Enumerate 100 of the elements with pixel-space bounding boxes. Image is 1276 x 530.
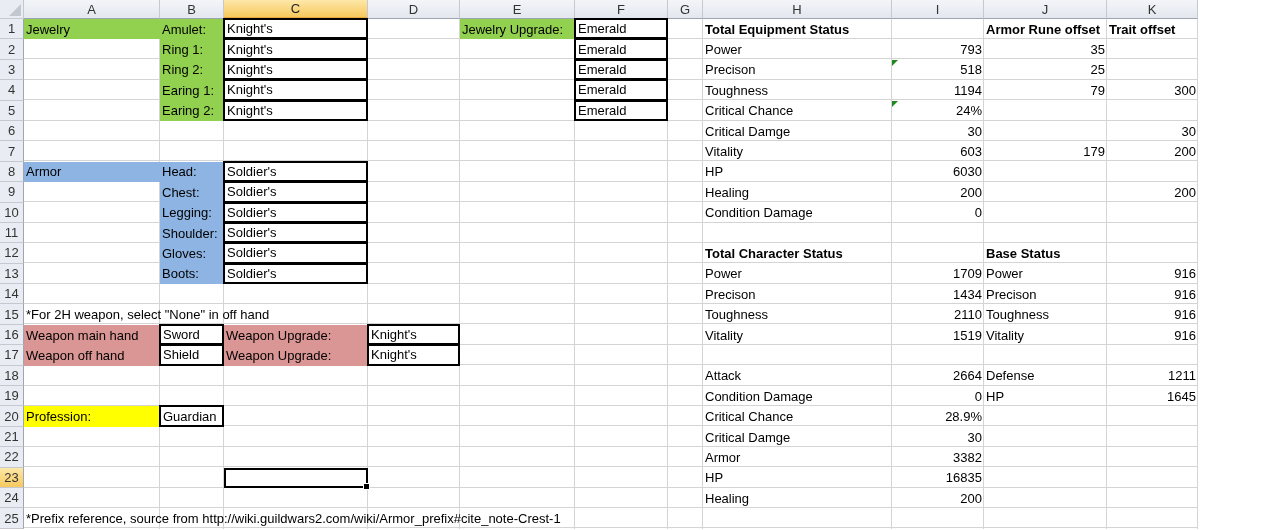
table-cell[interactable]: Power bbox=[703, 263, 892, 285]
table-cell[interactable]: 179 bbox=[984, 141, 1107, 162]
table-cell[interactable]: HP bbox=[703, 161, 892, 183]
table-cell[interactable]: 16835 bbox=[892, 467, 984, 488]
table-cell[interactable]: Earing 2: bbox=[160, 100, 224, 121]
table-cell[interactable]: Toughness bbox=[984, 304, 1107, 325]
row-header[interactable]: 5 bbox=[0, 100, 24, 121]
table-cell[interactable]: 24% bbox=[892, 100, 984, 121]
table-cell[interactable]: Toughness bbox=[703, 80, 892, 101]
table-cell[interactable]: Precison bbox=[984, 284, 1107, 305]
table-cell[interactable]: Knight's bbox=[223, 18, 368, 40]
column-header[interactable]: K bbox=[1107, 0, 1198, 19]
table-cell[interactable]: Knight's bbox=[223, 99, 368, 121]
table-cell[interactable]: Trait offset bbox=[1107, 19, 1198, 40]
row-header[interactable]: 6 bbox=[0, 120, 24, 142]
table-cell[interactable]: Power bbox=[703, 39, 892, 60]
row-header[interactable]: 13 bbox=[0, 263, 24, 285]
row-header[interactable]: 24 bbox=[0, 488, 24, 509]
table-cell[interactable]: HP bbox=[703, 467, 892, 488]
table-cell[interactable]: 518 bbox=[892, 59, 984, 81]
table-cell[interactable]: Boots: bbox=[160, 263, 224, 285]
table-cell[interactable]: 79 bbox=[984, 80, 1107, 101]
table-cell[interactable]: Vitality bbox=[703, 324, 892, 346]
table-cell[interactable]: 30 bbox=[892, 426, 984, 448]
table-cell[interactable]: Soldier's bbox=[223, 221, 368, 244]
row-header[interactable]: 21 bbox=[0, 426, 24, 448]
table-cell[interactable]: 793 bbox=[892, 39, 984, 60]
table-cell[interactable]: 28.9% bbox=[892, 406, 984, 427]
table-cell[interactable]: Healing bbox=[703, 488, 892, 509]
row-header[interactable]: 23 bbox=[0, 467, 24, 488]
table-cell[interactable]: Toughness bbox=[703, 304, 892, 325]
table-cell[interactable]: 2664 bbox=[892, 365, 984, 387]
table-cell[interactable]: Defense bbox=[984, 365, 1107, 387]
table-cell[interactable]: Armor bbox=[24, 161, 160, 183]
table-cell[interactable]: 1434 bbox=[892, 284, 984, 305]
table-cell[interactable]: Profession: bbox=[24, 406, 160, 427]
table-cell[interactable]: Total Equipment Status bbox=[703, 19, 892, 40]
table-cell[interactable]: Knight's bbox=[223, 79, 368, 101]
table-cell[interactable]: Armor bbox=[703, 447, 892, 468]
table-cell[interactable]: Critical Damge bbox=[703, 120, 892, 142]
row-header[interactable]: 7 bbox=[0, 141, 24, 162]
table-cell[interactable]: Weapon Upgrade: bbox=[224, 324, 368, 346]
table-cell[interactable]: Soldier's bbox=[223, 262, 368, 285]
table-cell[interactable]: Soldier's bbox=[223, 201, 368, 223]
table-cell[interactable]: 1519 bbox=[892, 324, 984, 346]
table-cell[interactable]: Chest: bbox=[160, 182, 224, 203]
row-header[interactable]: 1 bbox=[0, 19, 24, 40]
column-header[interactable]: H bbox=[703, 0, 892, 19]
row-header[interactable]: 2 bbox=[0, 39, 24, 60]
table-cell[interactable]: 603 bbox=[892, 141, 984, 162]
table-cell[interactable]: Weapon main hand bbox=[24, 324, 160, 346]
table-cell[interactable]: Knight's bbox=[223, 58, 368, 81]
column-header[interactable]: E bbox=[460, 0, 575, 19]
table-cell[interactable]: Shoulder: bbox=[160, 222, 224, 244]
table-cell[interactable]: HP bbox=[984, 386, 1107, 407]
table-cell[interactable]: Ring 2: bbox=[160, 59, 224, 81]
table-cell[interactable]: Vitality bbox=[984, 324, 1107, 346]
fill-handle-icon[interactable] bbox=[363, 483, 370, 490]
row-header[interactable]: 22 bbox=[0, 447, 24, 468]
table-cell[interactable]: Armor Rune offset bbox=[984, 19, 1107, 40]
table-cell[interactable]: 200 bbox=[1107, 141, 1198, 162]
selected-cell[interactable] bbox=[224, 467, 368, 488]
table-cell[interactable]: Knight's bbox=[367, 323, 460, 346]
row-header[interactable]: 12 bbox=[0, 243, 24, 264]
table-cell[interactable]: 0 bbox=[892, 202, 984, 223]
column-header[interactable]: G bbox=[668, 0, 703, 19]
table-cell[interactable]: 200 bbox=[892, 182, 984, 203]
row-header[interactable]: 11 bbox=[0, 222, 24, 244]
table-cell[interactable]: *Prefix reference, source from http://wiki.guildwars2.com/wiki/Armor_prefix#cite_note-Crest-1 bbox=[24, 508, 1198, 529]
column-header[interactable]: B bbox=[160, 0, 224, 19]
table-cell[interactable]: 2110 bbox=[892, 304, 984, 325]
table-cell[interactable]: Weapon Upgrade: bbox=[224, 345, 368, 366]
table-cell[interactable]: Critical Chance bbox=[703, 100, 892, 121]
table-cell[interactable]: Healing bbox=[703, 182, 892, 203]
table-cell[interactable]: 35 bbox=[984, 39, 1107, 60]
table-cell[interactable]: Soldier's bbox=[223, 242, 368, 264]
table-cell[interactable]: Emerald bbox=[574, 58, 668, 81]
row-header[interactable]: 9 bbox=[0, 182, 24, 203]
column-header[interactable]: A bbox=[24, 0, 160, 19]
table-cell[interactable]: 200 bbox=[892, 488, 984, 509]
table-cell[interactable]: 3382 bbox=[892, 447, 984, 468]
table-cell[interactable]: Knight's bbox=[223, 38, 368, 60]
table-cell[interactable]: Precison bbox=[703, 59, 892, 81]
table-cell[interactable]: Soldier's bbox=[223, 160, 368, 183]
row-header[interactable]: 10 bbox=[0, 202, 24, 223]
table-cell[interactable]: Emerald bbox=[574, 99, 668, 121]
table-cell[interactable]: Precison bbox=[703, 284, 892, 305]
table-cell[interactable]: Emerald bbox=[574, 38, 668, 60]
table-cell[interactable]: Guardian bbox=[159, 405, 224, 427]
table-cell[interactable]: 1709 bbox=[892, 263, 984, 285]
table-cell[interactable]: Emerald bbox=[574, 18, 668, 40]
column-header[interactable]: D bbox=[368, 0, 460, 19]
table-cell[interactable]: Soldier's bbox=[223, 181, 368, 203]
row-header[interactable]: 17 bbox=[0, 345, 24, 366]
table-cell[interactable]: Attack bbox=[703, 365, 892, 387]
table-cell[interactable]: 1194 bbox=[892, 80, 984, 101]
table-cell[interactable]: Gloves: bbox=[160, 243, 224, 264]
table-cell[interactable]: 916 bbox=[1107, 284, 1198, 305]
table-cell[interactable]: Condition Damage bbox=[703, 202, 892, 223]
row-header[interactable]: 8 bbox=[0, 161, 24, 183]
